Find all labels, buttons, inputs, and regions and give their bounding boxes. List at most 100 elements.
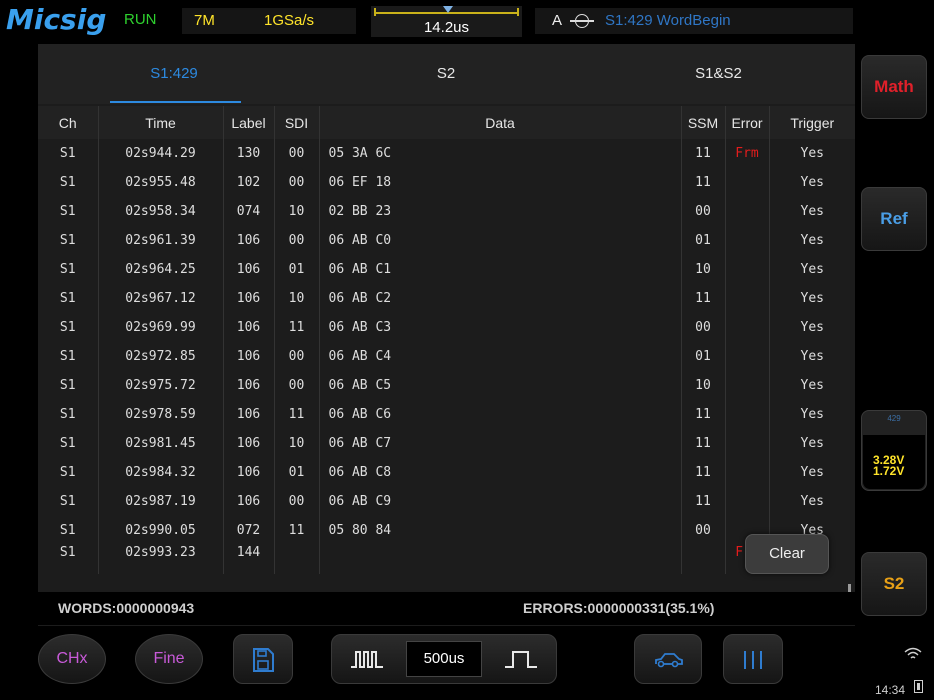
cell-trigger: Yes: [800, 146, 824, 161]
cell-error: [725, 429, 770, 458]
table-row[interactable]: S1 02s958.34 074 10 02 BB 23 00 Yes: [38, 197, 855, 226]
timebase-control[interactable]: 500us: [331, 634, 557, 684]
cell-time: 02s967.12: [98, 284, 224, 313]
cell-time: 02s981.45: [98, 429, 224, 458]
table-row[interactable]: S1 02s964.25 106 01 06 AB C1 10 Yes: [38, 255, 855, 284]
math-button[interactable]: Math: [861, 55, 927, 119]
cell-trigger: Yes: [800, 378, 824, 393]
cursor-button[interactable]: [723, 634, 783, 684]
run-state[interactable]: RUN: [124, 11, 157, 28]
cell-sdi: 00: [274, 139, 320, 168]
table-row[interactable]: S1 02s955.48 102 00 06 EF 18 11 Yes: [38, 168, 855, 197]
cell-ch: S1: [38, 487, 99, 516]
cell-data: 06 AB C9: [319, 487, 682, 516]
word-count: WORDS:0000000943: [58, 600, 195, 616]
tab-s1-and-s2[interactable]: S1&S2: [582, 44, 855, 104]
measurement-threshold-card[interactable]: 429 3.28V 1.72V: [861, 410, 927, 491]
timebase-increase-icon[interactable]: [504, 650, 538, 668]
cell-data: 06 AB C1: [319, 255, 682, 284]
cell-label: 106: [223, 226, 275, 255]
table-row[interactable]: S1 02s969.99 106 11 06 AB C3 00 Yes: [38, 313, 855, 342]
cell-ch: S1: [38, 255, 99, 284]
trigger-edge-icon: [570, 14, 594, 28]
cell-sdi: 10: [274, 197, 320, 226]
timebase-decrease-icon[interactable]: [350, 650, 384, 668]
auto-button[interactable]: [634, 634, 702, 684]
cell-ch: S1: [38, 458, 99, 487]
cell-label: 106: [223, 342, 275, 371]
column-header: Trigger: [769, 106, 855, 139]
cell-ch: S1: [38, 313, 99, 342]
trigger-info[interactable]: A S1:429 WordBegin: [535, 8, 853, 34]
cell-ch: S1: [38, 545, 99, 574]
table-row[interactable]: S1 02s975.72 106 00 06 AB C5 10 Yes: [38, 371, 855, 400]
ref-button[interactable]: Ref: [861, 187, 927, 251]
cell-data: 06 AB C6: [319, 400, 682, 429]
cell-time: 02s944.29: [98, 139, 224, 168]
table-row[interactable]: S1 02s990.05 072 11 05 80 84 00 Yes: [38, 516, 855, 545]
horizontal-position-indicator[interactable]: 14.2us: [371, 6, 522, 37]
table-row[interactable]: S1 02s984.32 106 01 06 AB C8 11 Yes: [38, 458, 855, 487]
acquisition-info[interactable]: 7M 1GSa/s: [182, 8, 356, 34]
table-row[interactable]: S1 02s944.29 130 00 05 3A 6C 11 Frm Yes: [38, 139, 855, 168]
cell-time: 02s978.59: [98, 400, 224, 429]
cell-sdi: 00: [274, 487, 320, 516]
clear-button[interactable]: Clear: [745, 534, 829, 574]
cell-data: 05 3A 6C: [319, 139, 682, 168]
trigger-mode: A: [552, 12, 563, 29]
cell-sdi: 00: [274, 342, 320, 371]
fine-button[interactable]: Fine: [135, 634, 203, 684]
cell-time: 02s987.19: [98, 487, 224, 516]
column-header: Ch: [38, 106, 99, 139]
cell-ch: S1: [38, 516, 99, 545]
cell-error: [725, 400, 770, 429]
table-row[interactable]: S1 02s972.85 106 00 06 AB C4 01 Yes: [38, 342, 855, 371]
cell-label: 074: [223, 197, 275, 226]
memory-depth: 7M: [194, 12, 215, 29]
table-row[interactable]: S1 02s967.12 106 10 06 AB C2 11 Yes: [38, 284, 855, 313]
cell-trigger: Yes: [800, 233, 824, 248]
cell-ssm: 11: [681, 284, 726, 313]
column-header: SDI: [274, 106, 320, 139]
s2-button[interactable]: S2: [861, 552, 927, 616]
table-row[interactable]: S102s993.23144FrmYes: [38, 545, 855, 574]
memory-bar-right-tick: [517, 8, 519, 16]
column-header: SSM: [681, 106, 726, 139]
cell-time: 02s961.39: [98, 226, 224, 255]
cell-sdi: 00: [274, 168, 320, 197]
cell-ch: S1: [38, 226, 99, 255]
cell-ssm: 00: [681, 197, 726, 226]
scrollbar-thumb[interactable]: [848, 584, 851, 592]
decode-status-bar: WORDS:0000000943 ERRORS:0000000331(35.1%…: [38, 592, 855, 625]
cell-label: 106: [223, 284, 275, 313]
cell-ch: S1: [38, 429, 99, 458]
save-button[interactable]: [233, 634, 293, 684]
table-row[interactable]: S1 02s978.59 106 11 06 AB C6 11 Yes: [38, 400, 855, 429]
decode-table[interactable]: Ch Time Label SDI Data SSM Error Trigger S1 02s9…: [38, 106, 855, 574]
cell-time: 02s993.23: [98, 545, 224, 574]
table-row[interactable]: S1 02s987.19 106 00 06 AB C9 11 Yes: [38, 487, 855, 516]
cell-ch: S1: [38, 400, 99, 429]
trigger-position-value: 14.2us: [423, 19, 470, 36]
cell-label: 106: [223, 313, 275, 342]
column-header: Data: [319, 106, 682, 139]
table-row[interactable]: S1 02s961.39 106 00 06 AB C0 01 Yes: [38, 226, 855, 255]
table-row[interactable]: S1 02s981.45 106 10 06 AB C7 11 Yes: [38, 429, 855, 458]
cell-sdi: 00: [274, 371, 320, 400]
chx-button[interactable]: CHx: [38, 634, 106, 684]
column-header: Time: [98, 106, 224, 139]
cell-data: 05 80 84: [319, 516, 682, 545]
tab-label: S1:429: [150, 65, 198, 82]
cell-sdi: 10: [274, 429, 320, 458]
cell-ssm: 11: [681, 168, 726, 197]
car-icon: [655, 653, 683, 668]
cell-time: 02s975.72: [98, 371, 224, 400]
cell-trigger: Yes: [800, 465, 824, 480]
cell-label: 106: [223, 255, 275, 284]
cell-data: [319, 545, 682, 574]
cursor-lines-icon: [744, 651, 762, 669]
tab-s1-429[interactable]: S1:429: [38, 44, 310, 104]
cell-label: 106: [223, 400, 275, 429]
tab-s2[interactable]: S2: [310, 44, 582, 104]
cell-error: [725, 458, 770, 487]
